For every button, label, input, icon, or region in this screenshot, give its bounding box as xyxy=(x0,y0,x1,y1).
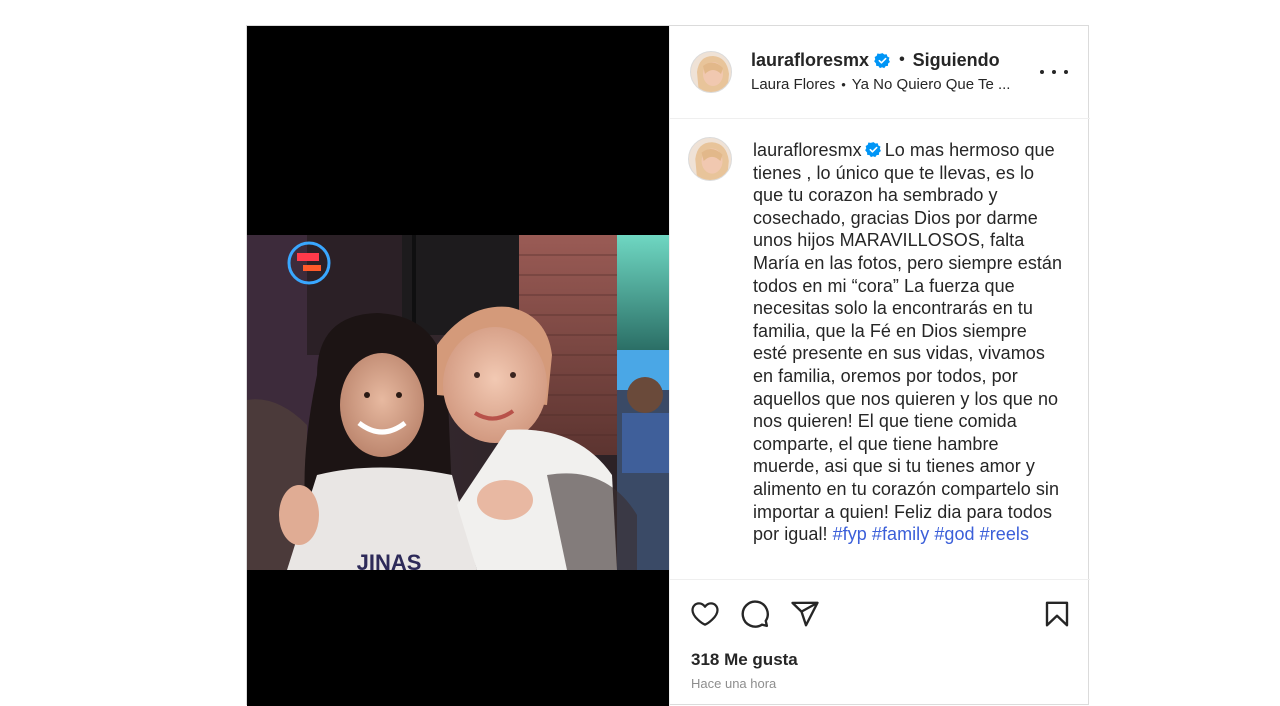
post-header: laurafloresmx • Siguiendo Laura Flores •… xyxy=(670,26,1090,119)
post-side-panel: laurafloresmx • Siguiendo Laura Flores •… xyxy=(669,26,1090,706)
more-options-icon[interactable] xyxy=(1040,62,1068,82)
comment-icon[interactable] xyxy=(740,599,770,629)
shirt-text: JINAS xyxy=(357,550,422,570)
post-media[interactable]: JINAS xyxy=(247,26,669,706)
header-separator: • xyxy=(899,51,905,68)
post-time[interactable]: Hace una hora xyxy=(691,676,776,691)
audio-separator: • xyxy=(841,77,846,92)
action-bar xyxy=(670,599,1090,629)
caption-body: Lo mas hermoso que tienes , lo único que… xyxy=(753,140,1063,545)
header-names: laurafloresmx • Siguiendo Laura Flores •… xyxy=(751,48,1051,94)
caption-area: laurafloresmx Lo mas hermoso que tienes ,… xyxy=(670,119,1090,580)
verified-badge-icon xyxy=(864,141,882,158)
heart-icon[interactable] xyxy=(690,599,720,629)
author-username[interactable]: laurafloresmx xyxy=(751,50,869,71)
verified-badge-icon xyxy=(874,52,891,69)
hashtag-link[interactable]: #fyp xyxy=(833,524,867,544)
following-button[interactable]: Siguiendo xyxy=(913,50,1000,71)
bookmark-icon[interactable] xyxy=(1042,599,1072,629)
audio-title[interactable]: Ya No Quiero Que Te ... xyxy=(852,76,1011,93)
caption-username[interactable]: laurafloresmx xyxy=(753,140,862,160)
share-icon[interactable] xyxy=(790,599,820,629)
instagram-post: JINAS laurafloresmx • Siguiendo Laura Fl… xyxy=(246,25,1090,706)
caption-text-block: laurafloresmx Lo mas hermoso que tienes ,… xyxy=(753,139,1063,546)
hashtag-link[interactable]: #god xyxy=(934,524,974,544)
author-avatar[interactable] xyxy=(690,51,732,93)
author-name[interactable]: Laura Flores xyxy=(751,76,835,93)
hashtag-link[interactable]: #reels xyxy=(980,524,1029,544)
hashtag-link[interactable]: #family xyxy=(872,524,929,544)
likes-count[interactable]: 318 Me gusta xyxy=(691,650,798,670)
post-photo: JINAS xyxy=(247,235,669,570)
caption-avatar[interactable] xyxy=(688,137,732,181)
